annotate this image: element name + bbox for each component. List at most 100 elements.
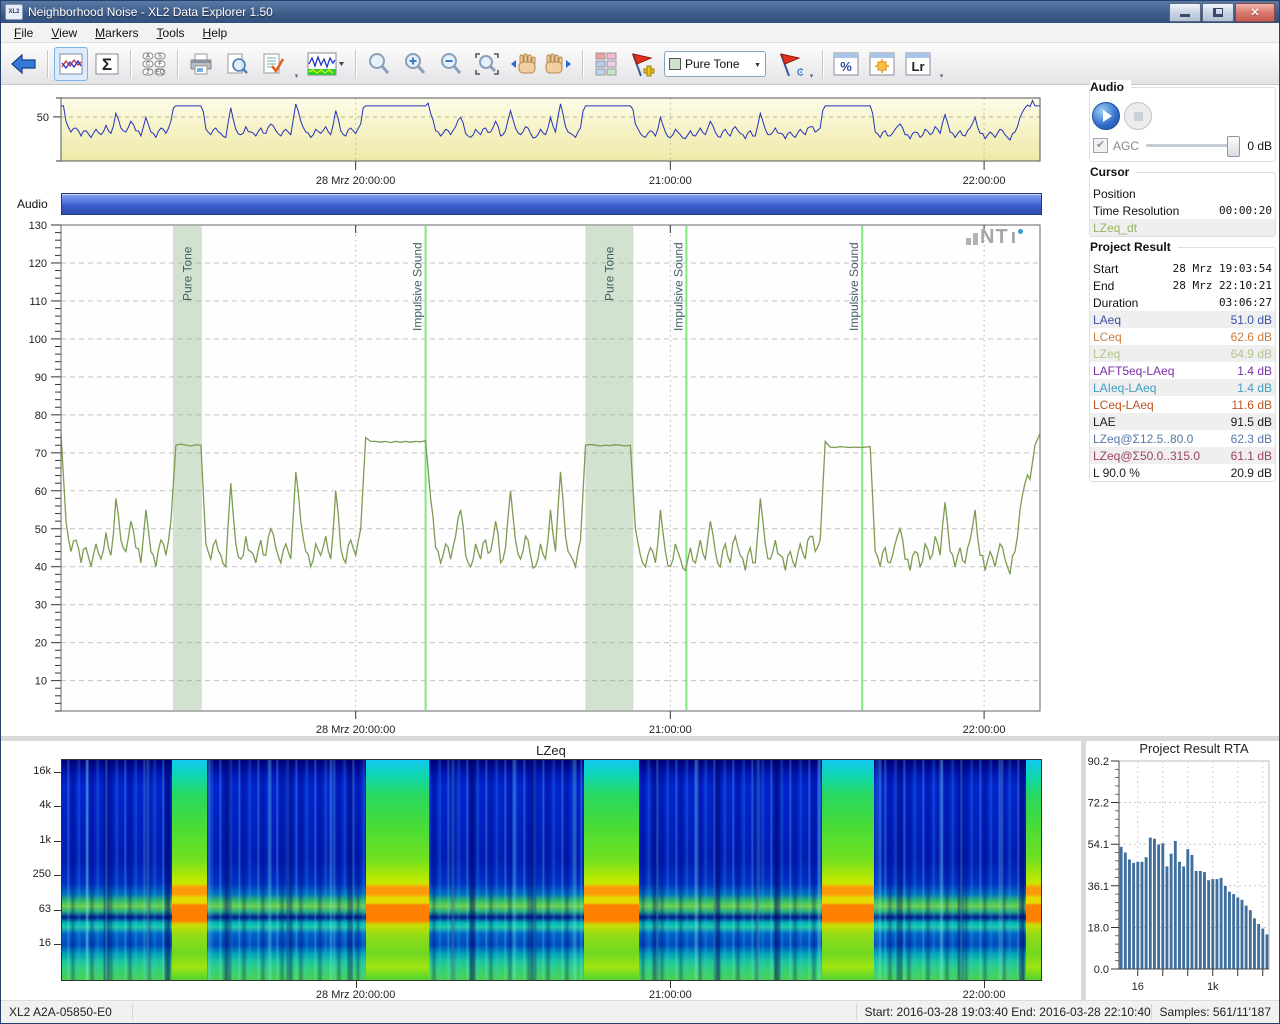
add-marker-button[interactable] — [625, 47, 659, 81]
rta-bar[interactable] — [1253, 918, 1256, 969]
percent-view-button[interactable]: % — [829, 47, 863, 81]
toolbar-overflow-button-3[interactable] — [937, 48, 946, 80]
rta-bar[interactable] — [1203, 872, 1206, 969]
spectrogram[interactable] — [61, 759, 1042, 981]
chart-view-button[interactable] — [54, 46, 88, 81]
toolbar-overflow-button[interactable] — [292, 48, 301, 80]
pan-right-button[interactable] — [542, 47, 576, 81]
marker-settings-button[interactable]: ⚙ — [771, 47, 805, 81]
rta-bar[interactable] — [1244, 905, 1248, 969]
result-row[interactable]: LAIeq-LAeq 1.4 dB — [1090, 379, 1275, 396]
zoom-out-button[interactable] — [434, 47, 468, 81]
result-row[interactable]: LZeq@Σ12.5..80.0 62.3 dB — [1090, 430, 1275, 447]
rta-bar[interactable] — [1136, 861, 1140, 969]
rta-bar[interactable] — [1236, 897, 1240, 970]
rta-bar[interactable] — [1261, 928, 1265, 969]
play-button[interactable] — [1092, 102, 1120, 130]
level-history-chart[interactable]: 28 Mrz 20:00:00 21:00:00 22:00:00 Pure Tone… — [1, 219, 1081, 739]
rta-bar[interactable] — [1132, 862, 1136, 969]
result-row[interactable]: LAE 91.5 dB — [1090, 413, 1275, 430]
result-row[interactable]: LCeq 62.6 dB — [1090, 328, 1275, 345]
back-button[interactable] — [7, 47, 41, 81]
svg-text:C: C — [146, 61, 150, 67]
result-row[interactable]: LAFT5eq-LAeq 1.4 dB — [1090, 362, 1275, 379]
print-button[interactable] — [184, 47, 218, 81]
minimize-button[interactable] — [1169, 2, 1201, 22]
result-row[interactable]: L 90.0 % 20.9 dB — [1090, 464, 1275, 481]
spectrogram-event — [583, 760, 639, 980]
rta-bar[interactable] — [1165, 866, 1169, 969]
svg-text:20: 20 — [35, 638, 47, 650]
gain-slider[interactable] — [1146, 136, 1241, 157]
rta-bar[interactable] — [1194, 871, 1198, 969]
cursor-row[interactable]: LZeq_dt — [1090, 219, 1275, 236]
rta-bar[interactable] — [1123, 852, 1127, 970]
zoom-cursor-button[interactable] — [362, 47, 396, 81]
close-button[interactable]: ✕ — [1235, 2, 1275, 22]
curve-select-button[interactable] — [303, 47, 349, 81]
rta-bar[interactable] — [1128, 859, 1131, 970]
menu-item-file[interactable]: File — [5, 24, 42, 42]
marker-line-label: Impulsive Sound — [671, 242, 685, 331]
audio-seek-bar[interactable] — [61, 193, 1042, 215]
stop-button[interactable] — [1124, 102, 1152, 130]
agc-checkbox[interactable] — [1093, 138, 1108, 153]
menu-item-markers[interactable]: Markers — [86, 24, 147, 42]
gain-slider-handle[interactable] — [1227, 136, 1241, 157]
rta-bar[interactable] — [1223, 886, 1227, 969]
rta-bar[interactable] — [1144, 857, 1148, 969]
rta-bar[interactable] — [1240, 899, 1244, 969]
toolbar-overflow-button-2[interactable] — [807, 48, 816, 80]
result-row[interactable]: LCeq-LAeq 11.6 dB — [1090, 396, 1275, 413]
restore-button[interactable] — [1202, 2, 1234, 22]
rta-bar[interactable] — [1207, 880, 1211, 969]
rta-bar-chart[interactable]: Project Result RTA 90.2 72.2 54.1 36.1 18.0 0.… — [1086, 739, 1280, 1003]
rta-bar[interactable] — [1219, 877, 1223, 969]
table-view-button[interactable]: Σ — [90, 47, 124, 81]
rta-bar[interactable] — [1232, 894, 1236, 969]
rta-bar[interactable] — [1169, 853, 1173, 969]
menu-item-view[interactable]: View — [42, 24, 86, 42]
row-value: 1.4 dB — [1237, 380, 1272, 395]
spectrogram-y-tick — [54, 944, 61, 945]
rta-bar[interactable] — [1161, 843, 1165, 969]
rta-bar[interactable] — [1186, 849, 1190, 969]
rta-bar[interactable] — [1153, 838, 1156, 969]
rta-bar[interactable] — [1119, 846, 1123, 969]
pan-left-button[interactable] — [506, 47, 540, 81]
marker-colors-button[interactable] — [589, 47, 623, 81]
result-row[interactable]: LZeq@Σ50.0..315.0 61.1 dB — [1090, 447, 1275, 464]
marker-type-select[interactable]: Pure Tone — [664, 50, 766, 77]
print-preview-icon — [227, 53, 248, 74]
rta-bar[interactable] — [1140, 861, 1144, 969]
rta-bar[interactable] — [1215, 879, 1219, 969]
report-button[interactable] — [256, 47, 290, 81]
menu-item-tools[interactable]: Tools — [148, 24, 194, 42]
rta-bar[interactable] — [1148, 837, 1152, 969]
rta-bar[interactable] — [1257, 924, 1261, 969]
result-row[interactable]: LAeq 51.0 dB — [1090, 311, 1275, 328]
spectrogram-title: LZeq — [536, 743, 566, 758]
print-preview-button[interactable] — [220, 47, 254, 81]
menu-item-help[interactable]: Help — [194, 24, 237, 42]
cursor-row: Time Resolution 00:00:20 — [1090, 202, 1275, 219]
result-row[interactable]: LZeq 64.9 dB — [1090, 345, 1275, 362]
zoom-in-button[interactable] — [398, 47, 432, 81]
rta-bar[interactable] — [1265, 934, 1269, 969]
weighting-matrix-button[interactable]: AS CF Z EQ — [137, 47, 171, 81]
rta-bar[interactable] — [1178, 861, 1181, 969]
rta-bar[interactable] — [1198, 871, 1202, 969]
rating-level-button[interactable]: Lr — [901, 47, 935, 81]
day-night-button[interactable] — [865, 47, 899, 81]
rta-bar[interactable] — [1157, 844, 1161, 970]
rta-bar[interactable] — [1211, 879, 1215, 969]
cursor-group: Cursor Position Time Resolution 00:00:20 LZ… — [1089, 165, 1276, 237]
rta-bar[interactable] — [1190, 854, 1194, 969]
rta-bar[interactable] — [1173, 841, 1177, 969]
rta-bar[interactable] — [1228, 891, 1231, 969]
zoom-fit-button[interactable] — [470, 47, 504, 81]
rta-bar[interactable] — [1182, 866, 1186, 969]
spectrogram-y-label: 16k — [33, 765, 51, 777]
svg-text:22:00:00: 22:00:00 — [963, 175, 1006, 187]
rta-bar[interactable] — [1248, 910, 1252, 969]
